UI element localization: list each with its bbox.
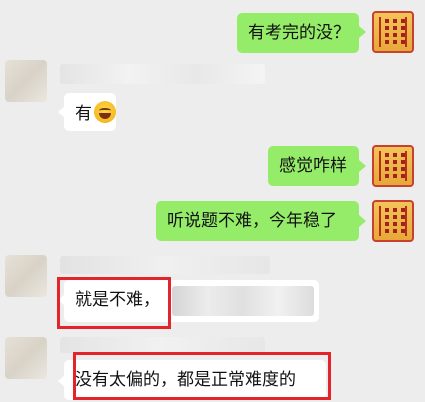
avatar-contact[interactable] [5,60,47,102]
avatar-pattern [393,153,397,179]
message-text: 感觉咋样 [279,156,347,176]
laughing-tears-emoji-icon [94,101,116,123]
bubble-tail [359,26,366,38]
avatar-pattern [385,19,389,45]
avatar-self[interactable] [372,200,414,242]
bubble-tail [359,215,366,227]
message-bubble-outgoing[interactable]: 听说题不难，今年稳了 [156,201,359,241]
message-bubble-incoming[interactable]: 有 [64,93,116,131]
highlight-box [57,277,171,329]
message-text: 有考完的没？ [248,23,350,43]
avatar-pattern [401,19,405,45]
message-text: 有 [75,104,92,124]
avatar-contact[interactable] [5,337,47,379]
message-text: 听说题不难，今年稳了 [167,211,337,231]
sender-name-redacted [60,256,270,274]
avatar-contact[interactable] [5,255,47,297]
sender-name-redacted [60,337,265,353]
avatar-pattern [401,208,405,234]
highlight-box [73,352,331,400]
avatar-self[interactable] [372,11,414,53]
message-bubble-outgoing[interactable]: 有考完的没？ [237,13,359,53]
avatar-pattern [385,208,389,234]
avatar-pattern [393,208,397,234]
message-text-redacted [172,286,314,316]
avatar-pattern [393,19,397,45]
avatar-pattern [385,153,389,179]
bubble-tail [359,160,366,172]
avatar-self[interactable] [372,145,414,187]
message-bubble-outgoing[interactable]: 感觉咋样 [268,146,359,186]
sender-name-redacted [60,64,265,84]
avatar-pattern [401,153,405,179]
